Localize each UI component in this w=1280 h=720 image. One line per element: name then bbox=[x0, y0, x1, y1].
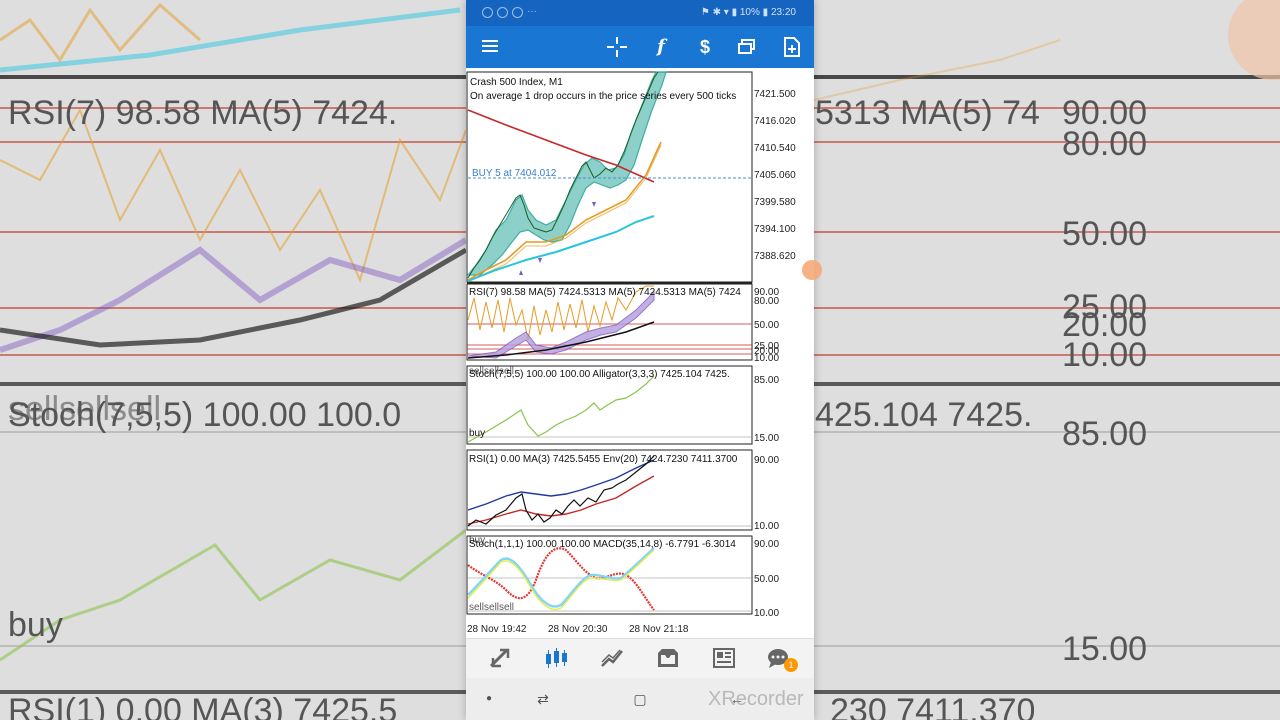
notification-dots: ··· bbox=[482, 7, 537, 18]
notification-icon bbox=[497, 7, 508, 18]
rsi7-label: RSI(7) 98.58 MA(5) 7424.5313 MA(5) 7424.… bbox=[469, 287, 741, 298]
rsi1-label: RSI(1) 0.00 MA(3) 7425.5455 Env(20) 7424… bbox=[469, 454, 738, 465]
level-label: 50.00 bbox=[754, 320, 779, 331]
chart-description: On average 1 drop occurs in the price se… bbox=[470, 91, 736, 102]
price-tick: 7410.540 bbox=[754, 143, 796, 154]
level-label: 85.00 bbox=[754, 375, 779, 386]
bg-level-10: 10.00 bbox=[1062, 336, 1147, 374]
battery-icon: ▮ bbox=[762, 7, 769, 18]
bg-overlay: sellsellsell bbox=[8, 390, 161, 428]
clock: 23:20 bbox=[770, 7, 796, 18]
stoch-buy-text: buy bbox=[469, 428, 485, 439]
time-tick: 28 Nov 19:42 bbox=[467, 624, 527, 635]
bg-bottom-label: RSI(1) 0.00 MA(3) 7425.5 bbox=[8, 692, 397, 720]
price-tick: 7388.620 bbox=[754, 251, 796, 262]
battery-level: 10% bbox=[739, 7, 760, 18]
level-label: 10.00 bbox=[754, 608, 779, 619]
news-icon[interactable] bbox=[712, 647, 738, 671]
price-tick: 7394.100 bbox=[754, 224, 796, 235]
level-label: 15.00 bbox=[754, 433, 779, 444]
order-label: BUY 5 at 7404.012 bbox=[472, 168, 557, 179]
bg-bottom-label-right: 230 7411.370 bbox=[830, 692, 1035, 720]
dollar-icon[interactable]: $ bbox=[692, 34, 718, 60]
price-axis: 7421.500 7416.020 7410.540 7405.060 7399… bbox=[754, 89, 796, 262]
stoch-overlay-text: sellsellsell bbox=[469, 366, 514, 377]
stoch2-label: Stoch(1,1,1) 100.00 100.00 MACD(35,14,8)… bbox=[469, 539, 736, 550]
function-icon[interactable]: f bbox=[648, 34, 674, 60]
time-tick: 28 Nov 20:30 bbox=[548, 624, 608, 635]
bg-level-15: 15.00 bbox=[1062, 630, 1147, 668]
phone-screen: ··· ⚑ ✱ ▾ ▮ 10% ▮ 23:20 f $ 7421.500 741… bbox=[466, 0, 814, 720]
crosshair-icon[interactable] bbox=[604, 34, 630, 60]
price-tick: 7405.060 bbox=[754, 170, 796, 181]
level-label: 90.00 bbox=[754, 287, 779, 298]
level-label: 50.00 bbox=[754, 574, 779, 585]
status-bar: ··· ⚑ ✱ ▾ ▮ 10% ▮ 23:20 bbox=[466, 0, 814, 26]
bg-level-80: 80.00 bbox=[1062, 125, 1147, 163]
level-label: 10.00 bbox=[754, 521, 779, 532]
chart-title: Crash 500 Index, M1 bbox=[470, 77, 563, 88]
bg-level-85: 85.00 bbox=[1062, 415, 1147, 453]
level-label: 10.00 bbox=[754, 353, 779, 364]
recents-icon[interactable]: ⇄ bbox=[534, 691, 552, 707]
notification-icon bbox=[512, 7, 523, 18]
bg-rsi-label-right: 5313 MA(5) 74 bbox=[815, 94, 1040, 132]
time-tick: 28 Nov 21:18 bbox=[629, 624, 689, 635]
price-tick: 7416.020 bbox=[754, 116, 796, 127]
bg-level-50: 50.00 bbox=[1062, 215, 1147, 253]
windows-icon[interactable] bbox=[734, 34, 760, 60]
trade-icon[interactable] bbox=[600, 647, 626, 671]
price-tick: 7421.500 bbox=[754, 89, 796, 100]
bg-buy: buy bbox=[8, 606, 63, 644]
level-label: 90.00 bbox=[754, 539, 779, 550]
more-icon: ··· bbox=[527, 6, 537, 17]
status-right: ⚑ ✱ ▾ ▮ 10% ▮ 23:20 bbox=[701, 7, 796, 18]
bottom-navigation: 1 bbox=[466, 638, 814, 678]
chart-icon[interactable] bbox=[544, 647, 570, 671]
floating-record-button[interactable] bbox=[802, 260, 822, 280]
dot-icon[interactable]: ● bbox=[480, 691, 498, 707]
quotes-icon[interactable] bbox=[488, 647, 514, 671]
stoch2-sell-text: sellsellsell bbox=[469, 602, 514, 613]
level-label: 90.00 bbox=[754, 455, 779, 466]
recorder-watermark: XRecorder bbox=[708, 688, 804, 710]
chat-badge: 1 bbox=[784, 658, 798, 672]
bg-stoch-label-right: 425.104 7425. bbox=[815, 396, 1032, 434]
new-document-icon[interactable] bbox=[779, 34, 805, 60]
notification-icon bbox=[482, 7, 493, 18]
hamburger-icon[interactable] bbox=[478, 34, 504, 60]
stoch2-buy-text: buy bbox=[469, 535, 485, 546]
chart-area[interactable]: 7421.500 7416.020 7410.540 7405.060 7399… bbox=[466, 70, 814, 638]
home-icon[interactable]: ▢ bbox=[631, 691, 649, 707]
signal-icon: ⚑ ✱ ▾ ▮ bbox=[700, 7, 738, 18]
bg-rsi-label: RSI(7) 98.58 MA(5) 7424. bbox=[8, 94, 397, 132]
app-toolbar: f $ bbox=[466, 26, 814, 68]
history-icon[interactable] bbox=[656, 647, 682, 671]
price-tick: 7399.580 bbox=[754, 197, 796, 208]
